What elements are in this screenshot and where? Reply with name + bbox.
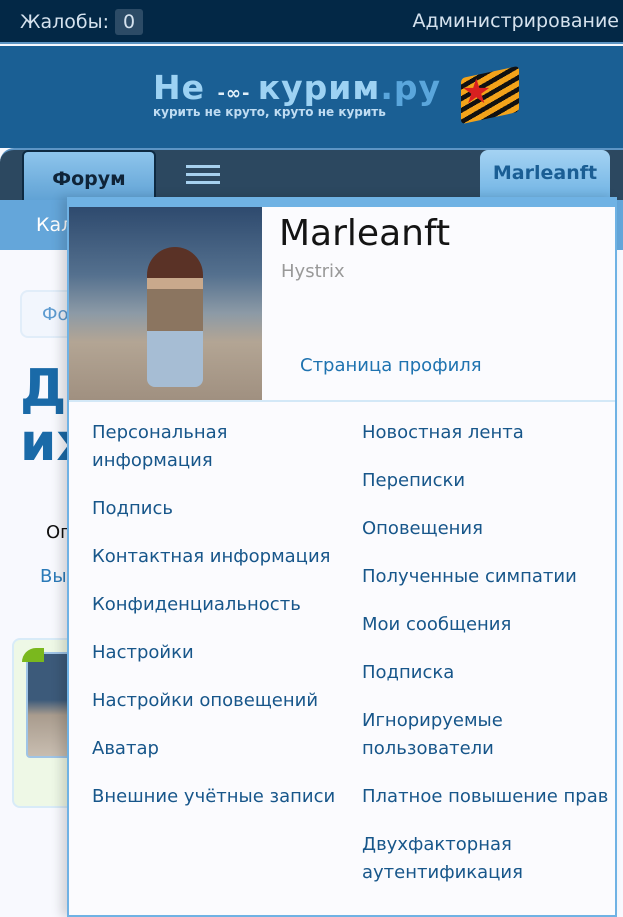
dropdown-username[interactable]: Marleanft	[279, 213, 450, 254]
top-bar: Жалобы: 0 Администрирование	[0, 0, 623, 44]
menu-conversations[interactable]: Переписки	[362, 467, 612, 495]
account-menu-right: Новостная лента Переписки Оповещения Пол…	[362, 419, 612, 907]
menu-my-posts[interactable]: Мои сообщения	[362, 611, 612, 639]
menu-alerts[interactable]: Оповещения	[362, 515, 612, 543]
logo-text-kurim: курим	[257, 68, 381, 107]
menu-icon[interactable]	[186, 165, 220, 189]
profile-page-link[interactable]: Страница профиля	[300, 355, 482, 376]
star-icon: ★	[461, 72, 492, 112]
reports-count-badge: 0	[115, 9, 144, 35]
menu-personal-info[interactable]: Персональная информация	[92, 419, 352, 475]
site-header: Не -∞- курим.ру курить не круто, круто н…	[0, 46, 623, 148]
logo-domain: .ру	[380, 68, 442, 107]
account-dropdown: Marleanft Hystrix Страница профиля Персо…	[67, 197, 617, 917]
user-avatar[interactable]	[69, 207, 262, 400]
menu-likes-received[interactable]: Полученные симпатии	[362, 563, 612, 591]
reports-label: Жалобы:	[20, 11, 109, 33]
menu-two-factor[interactable]: Двухфакторная аутентификация	[362, 831, 612, 887]
menu-ignored-users[interactable]: Игнорируемые пользователи	[362, 707, 612, 763]
main-nav: Форум Marleanft	[0, 148, 623, 202]
menu-avatar[interactable]: Аватар	[92, 735, 352, 763]
menu-subscription[interactable]: Подписка	[362, 659, 612, 687]
leaf-icon	[22, 648, 44, 662]
menu-news-feed[interactable]: Новостная лента	[362, 419, 612, 447]
reports-link[interactable]: Жалобы: 0	[20, 9, 144, 35]
menu-external-accounts[interactable]: Внешние учётные записи	[92, 783, 352, 811]
menu-contact-info[interactable]: Контактная информация	[92, 543, 352, 571]
logo-text: Не	[153, 68, 218, 107]
thread-link[interactable]: Вы	[40, 566, 67, 587]
logo-slogan: курить не круто, круто не курить	[153, 105, 386, 119]
site-logo[interactable]: Не -∞- курим.ру курить не круто, круто н…	[153, 65, 519, 125]
menu-signature[interactable]: Подпись	[92, 495, 352, 523]
divider	[69, 400, 615, 402]
menu-privacy[interactable]: Конфиденциальность	[92, 591, 352, 619]
menu-preferences[interactable]: Настройки	[92, 639, 352, 667]
avatar-figure	[147, 247, 203, 387]
tab-user-account[interactable]: Marleanft	[480, 150, 610, 202]
user-title: Hystrix	[281, 261, 345, 282]
account-menu-left: Персональная информация Подпись Контактн…	[92, 419, 352, 831]
admin-link[interactable]: Администрирование	[413, 10, 620, 32]
menu-paid-upgrades[interactable]: Платное повышение прав	[362, 783, 612, 811]
menu-alert-preferences[interactable]: Настройки оповещений	[92, 687, 352, 715]
logo-knot-icon: -∞-	[217, 83, 258, 104]
tab-forum[interactable]: Форум	[22, 150, 156, 202]
